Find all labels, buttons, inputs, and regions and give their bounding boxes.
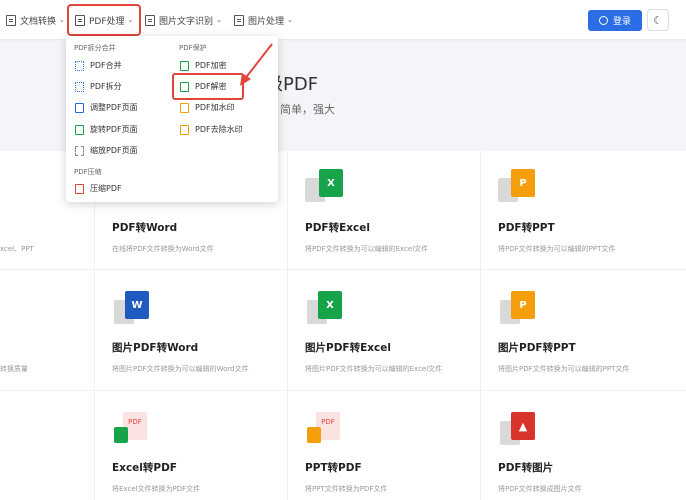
chevron-down-icon: ⌄ <box>287 16 293 24</box>
rotate-icon <box>75 124 84 135</box>
menu-item-rotate-pages[interactable]: 旋转PDF页面 <box>75 124 138 135</box>
theme-toggle-button[interactable]: ☾ <box>647 9 669 31</box>
top-nav: 文档转换 ⌄ PDF处理 ⌄ 图片文字识别 ⌄ 图片处理 ⌄ 登录 ☾ <box>0 0 686 40</box>
lock-icon <box>180 60 189 71</box>
menu-item-remove-watermark[interactable]: PDF去除水印 <box>180 124 243 135</box>
tool-card-pdf-to-ppt[interactable]: P PDF转PPT 将PDF文件转换为可以编辑的PPT文件 <box>481 151 686 269</box>
moon-icon: ☾ <box>653 13 663 27</box>
adjust-pages-icon <box>75 102 84 113</box>
excel-badge-icon <box>114 427 128 443</box>
chevron-down-icon: ⌄ <box>59 16 65 24</box>
menu-item-pdf-split[interactable]: PDF拆分 <box>75 81 122 92</box>
tool-card[interactable] <box>0 391 94 500</box>
excel-file-icon: X <box>318 291 342 319</box>
login-icon <box>598 16 608 25</box>
image-text-icon <box>145 14 155 26</box>
word-file-icon: W <box>125 291 149 319</box>
compress-icon <box>75 183 84 194</box>
menu-item-pdf-encrypt[interactable]: PDF加密 <box>180 60 227 71</box>
login-button[interactable]: 登录 <box>588 10 642 31</box>
nav-image-process[interactable]: 图片处理 ⌄ <box>234 0 293 40</box>
tool-card[interactable]: 转换质量 <box>0 270 94 390</box>
menu-item-adjust-pages[interactable]: 调整PDF页面 <box>75 102 138 113</box>
group-protect: PDF保护 <box>179 44 207 52</box>
ppt-file-icon: P <box>511 169 535 197</box>
menu-item-scale-pages[interactable]: 缩放PDF页面 <box>75 145 138 156</box>
tool-card-pdf-to-excel[interactable]: X PDF转Excel 将PDF文件转换为可以编辑的Excel文件 <box>288 151 480 269</box>
menu-item-add-watermark[interactable]: PDF加水印 <box>180 102 235 113</box>
annotation-arrow <box>240 43 273 86</box>
tool-card-excel-to-pdf[interactable]: PDF Excel转PDF 将Excel文件转换为PDF文件 <box>95 391 287 500</box>
split-icon <box>75 81 84 92</box>
pdf-icon <box>75 14 85 26</box>
nav-pdf-process[interactable]: PDF处理 ⌄ <box>67 4 142 36</box>
menu-item-compress-pdf[interactable]: 压缩PDF <box>75 183 122 194</box>
tool-card-image-pdf-to-word[interactable]: W 图片PDF转Word 将图片PDF文件转换为可以编辑的Word文件 <box>95 270 287 390</box>
tool-card-image-pdf-to-excel[interactable]: X 图片PDF转Excel 将图片PDF文件转换为可以编辑的Excel文件 <box>288 270 480 390</box>
chevron-down-icon: ⌄ <box>127 16 134 24</box>
menu-item-pdf-merge[interactable]: PDF合并 <box>75 60 122 71</box>
ppt-file-icon: P <box>511 291 535 319</box>
image-icon <box>234 14 244 26</box>
watermark-icon <box>180 102 189 113</box>
tool-card-image-pdf-to-ppt[interactable]: P 图片PDF转PPT 将图片PDF文件转换为可以编辑的PPT文件 <box>481 270 686 390</box>
nav-image-ocr[interactable]: 图片文字识别 ⌄ <box>145 0 222 40</box>
excel-file-icon: X <box>319 169 343 197</box>
group-split-merge: PDF拆分合并 <box>74 44 116 52</box>
nav-doc-convert[interactable]: 文档转换 ⌄ <box>6 0 65 40</box>
document-icon <box>6 14 16 26</box>
chevron-down-icon: ⌄ <box>216 16 222 24</box>
scale-icon <box>75 145 84 156</box>
remove-watermark-icon <box>180 124 189 135</box>
tool-card-ppt-to-pdf[interactable]: PDF PPT转PDF 将PPT文件转换为PDF文件 <box>288 391 480 500</box>
tool-card-pdf-to-image[interactable]: ▲ PDF转图片 将PDF文件转换成图片文件 <box>481 391 686 500</box>
merge-icon <box>75 60 84 71</box>
group-compress: PDF压缩 <box>74 168 102 176</box>
hero-subtitle: 简单，强大 <box>280 103 335 116</box>
ppt-badge-icon <box>307 427 321 443</box>
image-file-icon: ▲ <box>511 412 535 440</box>
